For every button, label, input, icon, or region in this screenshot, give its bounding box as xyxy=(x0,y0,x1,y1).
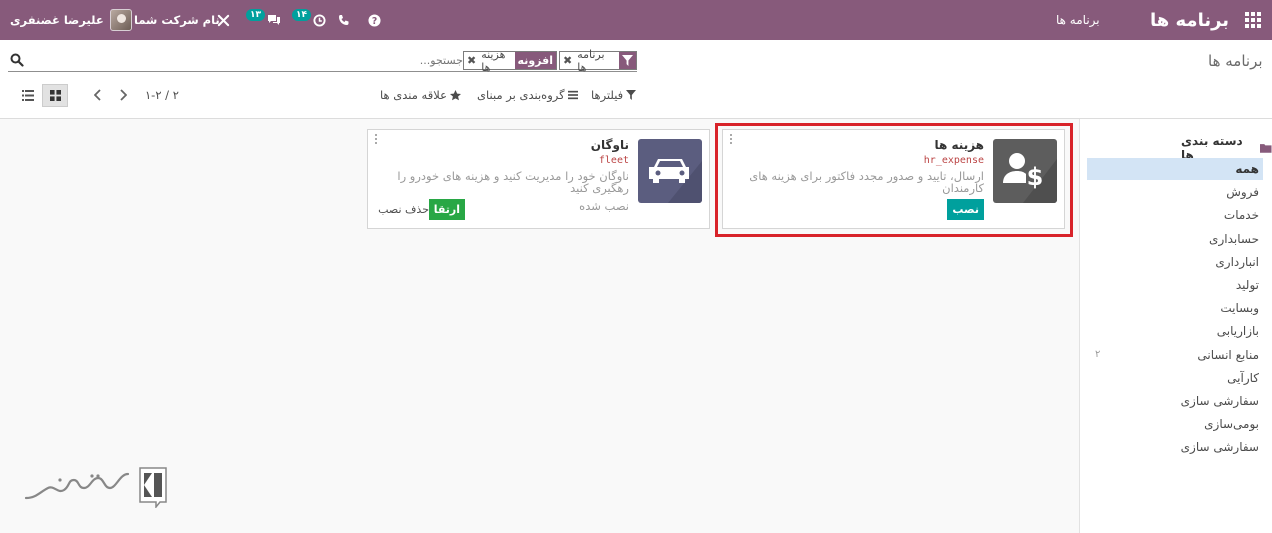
sidebar-category-item[interactable]: فروش xyxy=(1087,181,1263,203)
category-label: سفارشی سازی xyxy=(1180,394,1259,408)
uninstall-button[interactable]: حذف نصب xyxy=(378,203,429,216)
svg-text:?: ? xyxy=(372,15,377,26)
kanban-grid-icon xyxy=(49,90,61,101)
sidebar-category-item[interactable]: همه xyxy=(1087,158,1263,180)
user-name: علیرضا غضنفری xyxy=(10,13,104,27)
favorites-label: علاقه مندی ها xyxy=(380,88,447,102)
sidebar-category-item[interactable]: کارآیی xyxy=(1087,367,1263,389)
page-title: برنامه ها xyxy=(1208,52,1263,70)
avatar xyxy=(109,9,132,31)
facet-value: برنامه ها xyxy=(577,47,605,74)
category-label: بومی‌سازی xyxy=(1204,417,1259,432)
app-card-fleet[interactable]: ناوگان fleet ناوگان خود را مدیریت کنید و… xyxy=(367,129,710,229)
category-label: تولید xyxy=(1235,278,1259,292)
category-label: حسابداری xyxy=(1209,231,1259,246)
sidebar-category-item[interactable]: بازاریابی xyxy=(1087,320,1263,342)
category-label: بازاریابی xyxy=(1216,324,1259,339)
activity-badge: ۱۴ xyxy=(292,9,311,21)
favorites-dropdown[interactable]: علاقه مندی ها xyxy=(380,88,461,102)
category-label: کارآیی xyxy=(1227,370,1259,385)
phone-icon[interactable] xyxy=(338,0,352,40)
facet-remove-icon[interactable]: ✖ xyxy=(560,54,574,67)
pager-prev-icon[interactable] xyxy=(92,89,104,103)
star-icon xyxy=(449,89,461,100)
category-label: وبسایت xyxy=(1220,301,1259,316)
category-label: فروش xyxy=(1226,185,1259,200)
category-label: سفارشی سازی xyxy=(1180,440,1259,455)
app-description: ناوگان خود را مدیریت کنید و هزینه های خو… xyxy=(397,169,629,195)
folder-icon xyxy=(1260,144,1272,153)
clock-icon xyxy=(313,13,326,27)
filters-dropdown[interactable]: فیلترها xyxy=(591,88,637,102)
search-facet-expenses: ✖ هزینه ها افزونه xyxy=(463,48,557,74)
search-icon[interactable] xyxy=(10,53,24,67)
list-icon xyxy=(22,90,34,101)
sidebar-category-item[interactable]: خدمات xyxy=(1087,204,1263,226)
chat-badge: ۱۳ xyxy=(246,9,265,21)
install-status: نصب شده xyxy=(579,199,629,213)
sidebar-category-item[interactable]: سفارشی سازی xyxy=(1087,436,1263,458)
apps-grid-icon[interactable] xyxy=(1245,0,1263,40)
user-menu[interactable]: علیرضا غضنفری xyxy=(10,0,132,40)
highlight-box xyxy=(715,123,1073,237)
kanban-view-button[interactable] xyxy=(42,84,68,107)
card-menu-icon[interactable] xyxy=(374,134,378,146)
navbar-menu-apps[interactable]: برنامه ها xyxy=(1056,0,1100,40)
chat-menu[interactable]: ۱۳ xyxy=(246,0,281,40)
app-title: ناوگان xyxy=(590,138,629,152)
category-label: انبارداری xyxy=(1215,254,1259,269)
upgrade-button[interactable]: ارتقا xyxy=(428,199,465,220)
facet-tag: افزونه xyxy=(514,52,556,69)
chat-icon xyxy=(268,15,280,25)
navbar-brand[interactable]: برنامه ها xyxy=(1150,0,1229,40)
filter-icon xyxy=(619,52,636,69)
search-bar: ✖ هزینه ها افزونه ✖ برنامه ها xyxy=(8,48,637,74)
help-icon[interactable]: ? xyxy=(368,0,382,40)
category-label: منابع انسانی xyxy=(1197,347,1259,362)
search-input[interactable] xyxy=(358,52,463,68)
tools-icon[interactable] xyxy=(217,0,231,40)
sidebar-category-item[interactable]: منابع انسانی ۲ xyxy=(1087,344,1263,366)
filters-label: فیلترها xyxy=(591,88,624,102)
category-label: خدمات xyxy=(1223,208,1259,223)
sidebar-category-item[interactable]: انبارداری xyxy=(1087,251,1263,273)
app-technical-name: fleet xyxy=(598,155,629,166)
list-bars-icon xyxy=(567,90,578,100)
category-count: ۲ xyxy=(1095,348,1101,360)
pager-value[interactable]: ۱-۲ / ۲ xyxy=(145,88,179,102)
list-view-button[interactable] xyxy=(16,84,40,107)
sidebar-category-item[interactable]: حسابداری xyxy=(1087,228,1263,250)
facet-remove-icon[interactable]: ✖ xyxy=(464,54,478,67)
groupby-dropdown[interactable]: گروه‌بندی بر مبنای xyxy=(477,88,578,102)
groupby-label: گروه‌بندی بر مبنای xyxy=(477,88,565,102)
filter-icon xyxy=(626,90,637,100)
pager-next-icon[interactable] xyxy=(117,89,129,103)
sidebar-category-item[interactable]: وبسایت xyxy=(1087,297,1263,319)
sidebar-category-item[interactable]: سفارشی سازی xyxy=(1087,390,1263,412)
activity-menu[interactable]: ۱۴ xyxy=(292,0,326,40)
search-facet-apps: ✖ برنامه ها xyxy=(559,48,637,74)
facet-value: هزینه ها xyxy=(481,47,506,74)
sidebar-category-item[interactable]: بومی‌سازی xyxy=(1087,413,1263,435)
watermark-logo xyxy=(24,467,167,508)
company-name[interactable]: نام شرکت شما xyxy=(134,0,220,40)
category-label: همه xyxy=(1235,162,1259,176)
sidebar-category-item[interactable]: تولید xyxy=(1087,274,1263,296)
car-icon xyxy=(638,139,702,203)
